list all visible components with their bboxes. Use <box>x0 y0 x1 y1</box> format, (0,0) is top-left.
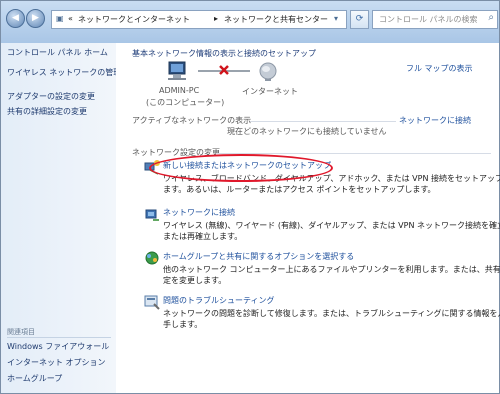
task-connect-network-link[interactable]: ネットワークに接続 <box>163 207 235 218</box>
sidebar-link-internet-options[interactable]: インターネット オプション <box>7 357 106 368</box>
sidebar-control-panel-home[interactable]: コントロール パネル ホーム <box>7 47 108 58</box>
address-toolbar: ◀ ▶ ▣ « ネットワークとインターネット ▸ ネットワークと共有センター ▾… <box>1 1 499 43</box>
computer-sub-label: (このコンピューター) <box>146 98 225 107</box>
main-content: 基本ネットワーク情報の表示と接続のセットアップ フル マップの表示 ADMIN-… <box>116 43 500 393</box>
breadcrumb-network-sharing-center[interactable]: ネットワークと共有センター <box>224 14 328 25</box>
task-homegroup-link[interactable]: ホームグループと共有に関するオプションを選択する <box>163 251 354 262</box>
internet-label: インターネット <box>242 87 298 96</box>
highlight-ellipse <box>149 154 333 182</box>
page-title: 基本ネットワーク情報の表示と接続のセットアップ <box>132 49 316 58</box>
task-description: 定を変更します。 <box>163 276 227 285</box>
sidebar-link-homegroup[interactable]: ホームグループ <box>7 373 62 384</box>
task-description: ネットワークの問題を診断して修復します。または、トラブルシューティングに関する情… <box>163 309 500 318</box>
task-troubleshoot-link[interactable]: 問題のトラブルシューティング <box>163 295 275 306</box>
breadcrumb-network-internet[interactable]: ネットワークとインターネット <box>78 14 190 25</box>
chevron-down-icon[interactable]: ▾ <box>334 14 338 23</box>
homegroup-icon <box>145 251 159 265</box>
task-description: ます。あるいは、ルーターまたはアクセス ポイントをセットアップします。 <box>163 185 436 194</box>
error-x-icon[interactable] <box>218 64 230 76</box>
sidebar-item-manage-wireless[interactable]: ワイヤレス ネットワークの管理 <box>7 67 121 78</box>
computer-name: ADMIN-PC <box>159 86 200 95</box>
breadcrumb-overflow[interactable]: « <box>68 14 73 23</box>
task-description: または再確立します。 <box>163 232 243 241</box>
refresh-button[interactable]: ⟳ <box>350 10 369 29</box>
connect-to-network-link[interactable]: ネットワークに接続 <box>399 115 471 126</box>
search-input[interactable]: コントロール パネルの検索 ⌕ <box>372 10 498 29</box>
computer-icon <box>168 61 186 80</box>
window: ◀ ▶ ▣ « ネットワークとインターネット ▸ ネットワークと共有センター ▾… <box>0 0 500 394</box>
task-description: 手します。 <box>163 320 203 329</box>
active-networks-label: アクティブなネットワークの表示 <box>132 116 252 125</box>
full-map-link[interactable]: フル マップの表示 <box>406 63 473 74</box>
globe-icon <box>259 62 277 81</box>
connect-network-icon <box>145 209 159 221</box>
search-icon[interactable]: ⌕ <box>488 12 494 23</box>
troubleshoot-icon <box>144 295 160 310</box>
related-heading: 関連項目 <box>7 328 35 336</box>
sidebar-item-adapter-settings[interactable]: アダプターの設定の変更 <box>7 91 95 102</box>
search-placeholder: コントロール パネルの検索 <box>379 15 478 24</box>
address-bar[interactable]: ▣ « ネットワークとインターネット ▸ ネットワークと共有センター ▾ <box>51 10 347 29</box>
sidebar-item-advanced-sharing[interactable]: 共有の詳細設定の変更 <box>7 106 87 117</box>
control-panel-icon: ▣ <box>56 14 64 23</box>
sidebar-link-firewall[interactable]: Windows ファイアウォール <box>7 341 109 352</box>
forward-button[interactable]: ▶ <box>26 9 45 28</box>
task-description: 他のネットワーク コンピューター上にあるファイルやプリンターを利用します。または… <box>163 265 500 274</box>
breadcrumb-separator[interactable]: ▸ <box>214 14 218 23</box>
task-description: ワイヤレス (無線)、ワイヤード (有線)、ダイヤルアップ、または VPN ネッ… <box>163 221 500 230</box>
sidebar: コントロール パネル ホーム ワイヤレス ネットワークの管理 アダプターの設定の… <box>1 43 121 393</box>
back-button[interactable]: ◀ <box>6 9 25 28</box>
divider <box>250 121 396 122</box>
divider <box>7 337 111 338</box>
connection-status: 現在どのネットワークにも接続していません <box>227 127 387 136</box>
